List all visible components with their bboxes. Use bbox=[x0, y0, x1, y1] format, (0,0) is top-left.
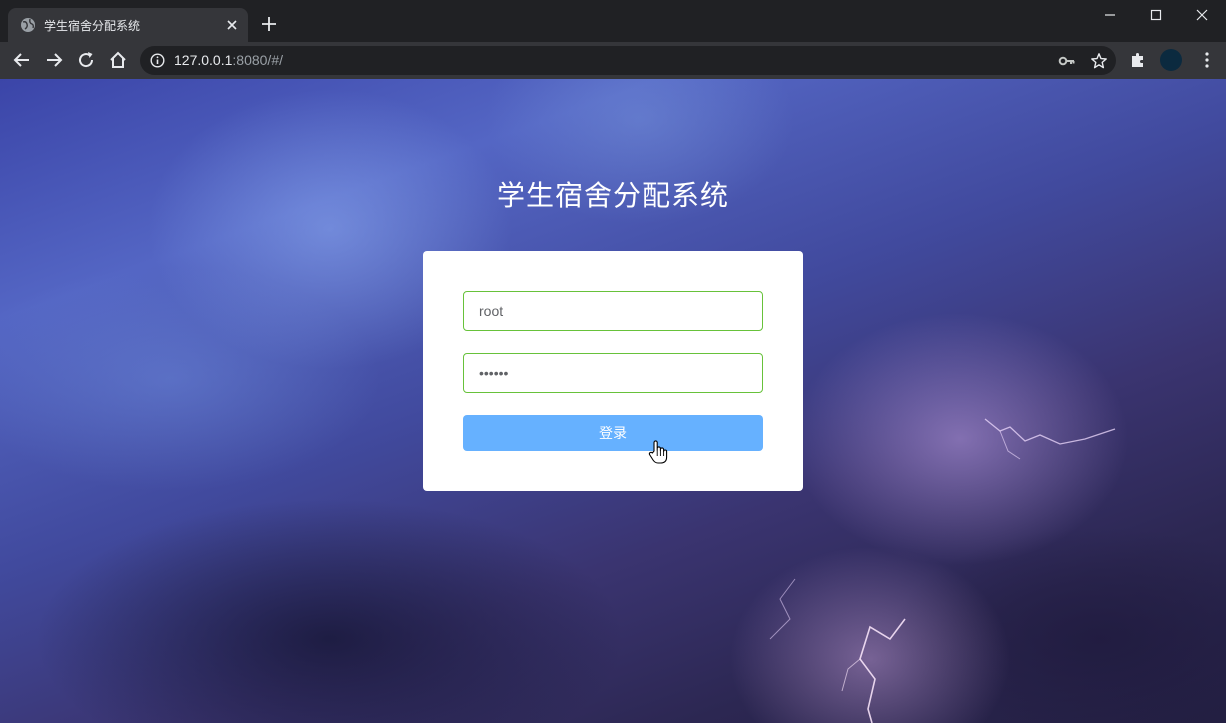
close-icon[interactable] bbox=[224, 17, 240, 33]
hand-pointer-icon bbox=[648, 440, 668, 464]
tab-title: 学生宿舍分配系统 bbox=[44, 19, 141, 33]
profile-avatar[interactable] bbox=[1160, 49, 1182, 71]
address-bar[interactable]: 127.0.0.1:8080/#/ bbox=[140, 46, 1116, 75]
globe-icon bbox=[21, 18, 35, 32]
puzzle-icon[interactable] bbox=[1128, 50, 1148, 70]
login-card: 登录 bbox=[423, 251, 803, 491]
minimize-icon bbox=[1105, 14, 1115, 16]
browser-toolbar: 127.0.0.1:8080/#/ bbox=[0, 42, 1226, 79]
url-host: 127.0.0.1 bbox=[174, 52, 233, 68]
browser-tabstrip: 学生宿舍分配系统 bbox=[0, 0, 1226, 42]
maximize-button[interactable] bbox=[1133, 0, 1179, 30]
key-icon[interactable] bbox=[1058, 52, 1076, 70]
plus-icon[interactable] bbox=[260, 15, 278, 33]
window-close-button[interactable] bbox=[1179, 0, 1225, 30]
login-button[interactable]: 登录 bbox=[463, 415, 763, 451]
star-icon[interactable] bbox=[1090, 52, 1108, 70]
page-title: 学生宿舍分配系统 bbox=[496, 179, 729, 212]
browser-tab[interactable]: 学生宿舍分配系统 bbox=[8, 8, 248, 42]
arrow-right-icon[interactable] bbox=[44, 50, 64, 70]
url-path: :8080/#/ bbox=[232, 52, 283, 68]
page-viewport: 学生宿舍分配系统 登录 bbox=[0, 79, 1226, 723]
password-input[interactable] bbox=[463, 353, 763, 393]
arrow-left-icon[interactable] bbox=[12, 50, 32, 70]
maximize-icon bbox=[1150, 9, 1162, 21]
close-icon bbox=[1196, 9, 1208, 21]
username-input[interactable] bbox=[463, 291, 763, 331]
reload-icon[interactable] bbox=[76, 50, 96, 70]
info-icon[interactable] bbox=[150, 53, 165, 68]
url-text: 127.0.0.1:8080/#/ bbox=[174, 52, 283, 68]
kebab-menu-icon[interactable] bbox=[1197, 50, 1217, 70]
home-icon[interactable] bbox=[108, 50, 128, 70]
minimize-button[interactable] bbox=[1087, 0, 1133, 30]
